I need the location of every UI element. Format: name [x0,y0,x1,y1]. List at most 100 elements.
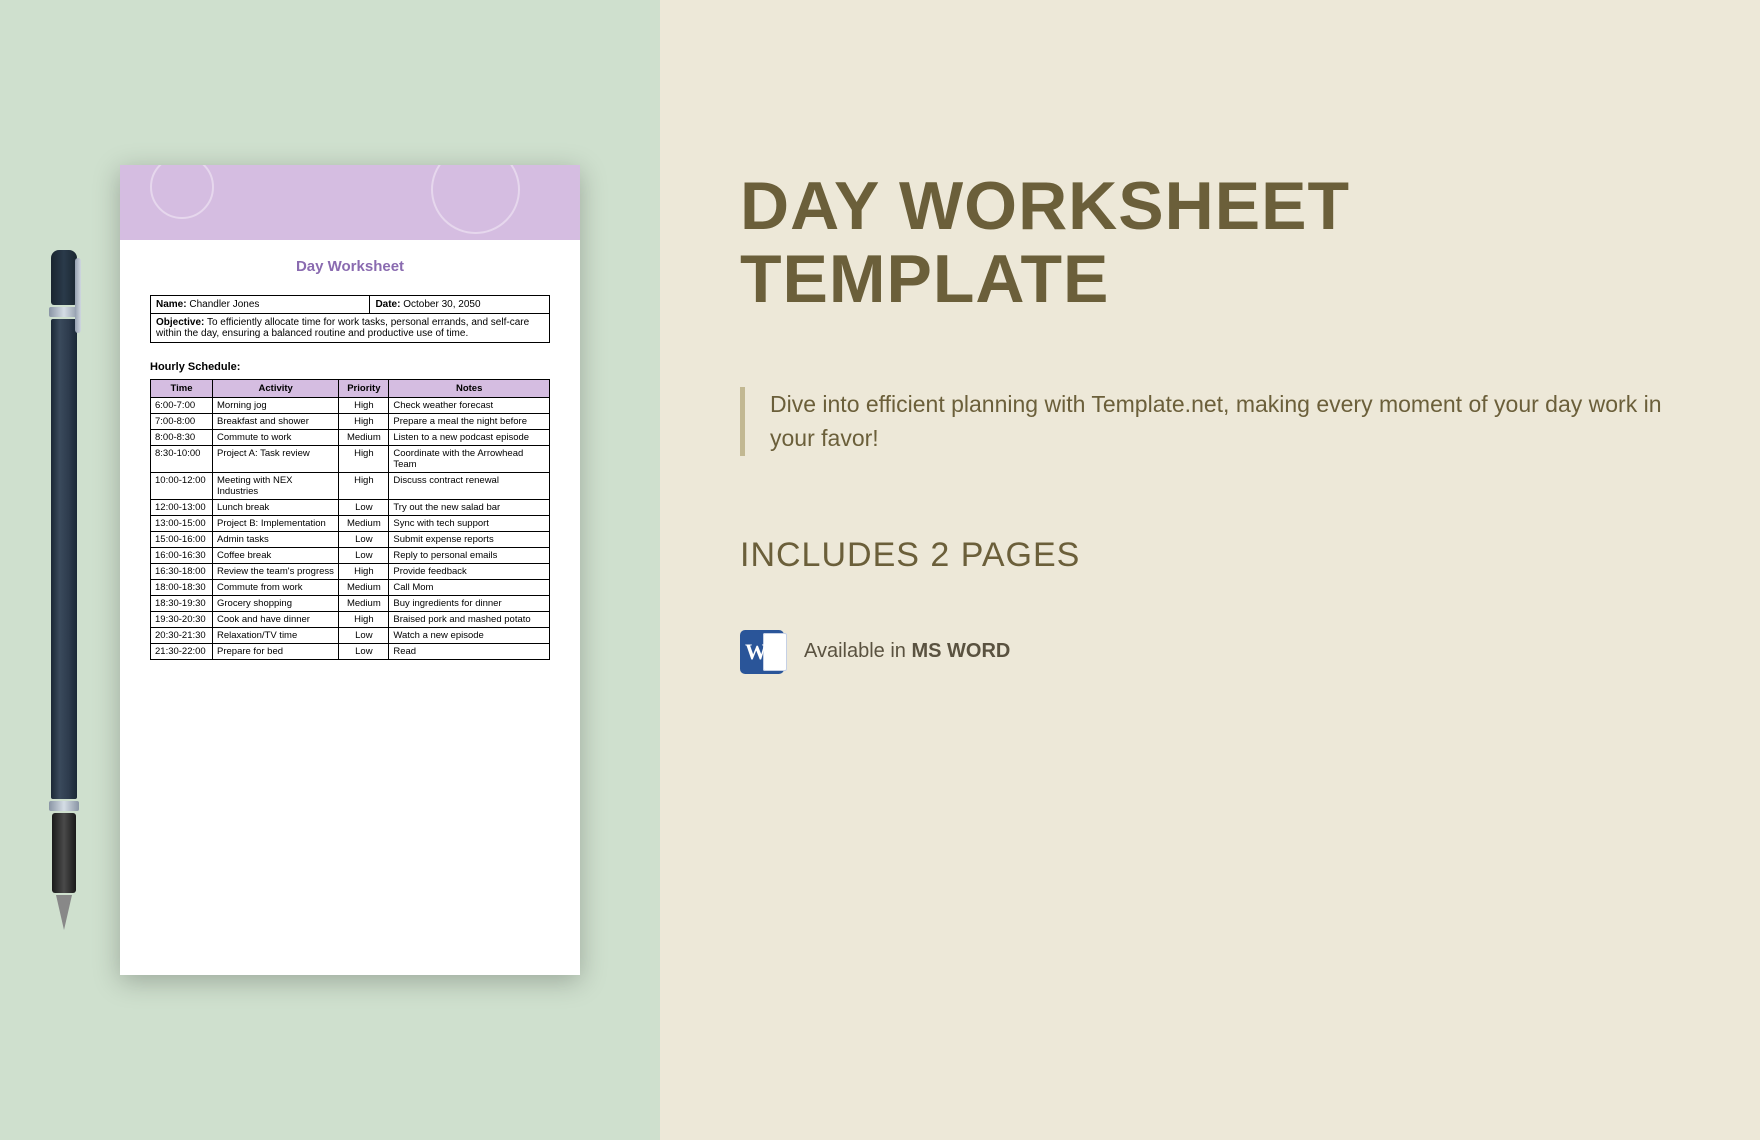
cell-activity: Commute from work [213,580,339,596]
cell-activity: Project A: Task review [213,446,339,473]
includes-text: INCLUDES 2 PAGES [740,536,1680,575]
cell-time: 18:30-19:30 [151,596,213,612]
msword-icon: W [740,630,784,674]
objective-label: Objective: [156,317,204,328]
cell-activity: Relaxation/TV time [213,628,339,644]
cell-time: 7:00-8:00 [151,414,213,430]
cell-priority: Low [339,628,389,644]
cell-notes: Braised pork and mashed potato [389,612,550,628]
cell-time: 16:00-16:30 [151,548,213,564]
cell-activity: Cook and have dinner [213,612,339,628]
cell-activity: Breakfast and shower [213,414,339,430]
cell-notes: Check weather forecast [389,398,550,414]
cell-priority: High [339,414,389,430]
cell-notes: Read [389,644,550,660]
table-row: 21:30-22:00Prepare for bedLowRead [151,644,550,660]
table-row: 8:00-8:30Commute to workMediumListen to … [151,430,550,446]
meta-table: Name: Chandler Jones Date: October 30, 2… [150,295,550,343]
schedule-heading: Hourly Schedule: [150,361,550,373]
col-activity: Activity [213,380,339,398]
cell-notes: Discuss contract renewal [389,473,550,500]
table-row: 16:30-18:00Review the team's progressHig… [151,564,550,580]
table-row: 7:00-8:00Breakfast and showerHighPrepare… [151,414,550,430]
cell-activity: Grocery shopping [213,596,339,612]
table-row: 16:00-16:30Coffee breakLowReply to perso… [151,548,550,564]
cell-priority: Low [339,500,389,516]
pen-decoration [45,250,83,930]
cell-priority: Medium [339,596,389,612]
cell-time: 21:30-22:00 [151,644,213,660]
cell-activity: Morning jog [213,398,339,414]
cell-notes: Try out the new salad bar [389,500,550,516]
col-notes: Notes [389,380,550,398]
col-priority: Priority [339,380,389,398]
cell-priority: Medium [339,580,389,596]
document-title: Day Worksheet [150,258,550,275]
cell-activity: Lunch break [213,500,339,516]
cell-notes: Coordinate with the Arrowhead Team [389,446,550,473]
cell-priority: Medium [339,430,389,446]
table-row: 10:00-12:00Meeting with NEX IndustriesHi… [151,473,550,500]
table-row: 8:30-10:00Project A: Task reviewHighCoor… [151,446,550,473]
description-block: Dive into efficient planning with Templa… [740,387,1680,456]
cell-activity: Admin tasks [213,532,339,548]
cell-priority: High [339,446,389,473]
cell-priority: High [339,612,389,628]
description-text: Dive into efficient planning with Templa… [770,387,1680,456]
cell-priority: High [339,473,389,500]
name-label: Name: [156,299,187,310]
table-row: 18:00-18:30Commute from workMediumCall M… [151,580,550,596]
table-row: 19:30-20:30Cook and have dinnerHighBrais… [151,612,550,628]
objective-value: To efficiently allocate time for work ta… [156,317,529,339]
cell-time: 13:00-15:00 [151,516,213,532]
cell-activity: Commute to work [213,430,339,446]
name-value: Chandler Jones [189,299,259,310]
template-title: DAY WORKSHEET TEMPLATE [740,170,1680,317]
cell-notes: Listen to a new podcast episode [389,430,550,446]
cell-notes: Watch a new episode [389,628,550,644]
document-header-decoration [120,165,580,240]
cell-activity: Meeting with NEX Industries [213,473,339,500]
info-panel: DAY WORKSHEET TEMPLATE Dive into efficie… [660,0,1760,1140]
cell-activity: Coffee break [213,548,339,564]
col-time: Time [151,380,213,398]
table-row: 20:30-21:30Relaxation/TV timeLowWatch a … [151,628,550,644]
cell-notes: Sync with tech support [389,516,550,532]
cell-priority: High [339,564,389,580]
table-row: 18:30-19:30Grocery shoppingMediumBuy ing… [151,596,550,612]
cell-activity: Project B: Implementation [213,516,339,532]
date-value: October 30, 2050 [403,299,480,310]
schedule-table: Time Activity Priority Notes 6:00-7:00Mo… [150,379,550,660]
cell-time: 10:00-12:00 [151,473,213,500]
cell-time: 6:00-7:00 [151,398,213,414]
cell-time: 19:30-20:30 [151,612,213,628]
cell-priority: Low [339,644,389,660]
document-preview: Day Worksheet Name: Chandler Jones Date:… [120,165,580,975]
cell-time: 18:00-18:30 [151,580,213,596]
date-label: Date: [375,299,400,310]
cell-time: 15:00-16:00 [151,532,213,548]
table-row: 15:00-16:00Admin tasksLowSubmit expense … [151,532,550,548]
cell-time: 8:30-10:00 [151,446,213,473]
availability-text: Available in MS WORD [804,640,1010,663]
cell-time: 12:00-13:00 [151,500,213,516]
cell-priority: High [339,398,389,414]
table-row: 6:00-7:00Morning jogHighCheck weather fo… [151,398,550,414]
cell-priority: Low [339,548,389,564]
cell-notes: Submit expense reports [389,532,550,548]
cell-time: 8:00-8:30 [151,430,213,446]
cell-notes: Buy ingredients for dinner [389,596,550,612]
cell-notes: Prepare a meal the night before [389,414,550,430]
cell-notes: Call Mom [389,580,550,596]
cell-time: 20:30-21:30 [151,628,213,644]
cell-activity: Review the team's progress [213,564,339,580]
table-row: 12:00-13:00Lunch breakLowTry out the new… [151,500,550,516]
availability-row: W Available in MS WORD [740,630,1680,674]
cell-notes: Provide feedback [389,564,550,580]
cell-time: 16:30-18:00 [151,564,213,580]
cell-notes: Reply to personal emails [389,548,550,564]
preview-panel: Day Worksheet Name: Chandler Jones Date:… [0,0,660,1140]
cell-priority: Medium [339,516,389,532]
cell-priority: Low [339,532,389,548]
cell-activity: Prepare for bed [213,644,339,660]
